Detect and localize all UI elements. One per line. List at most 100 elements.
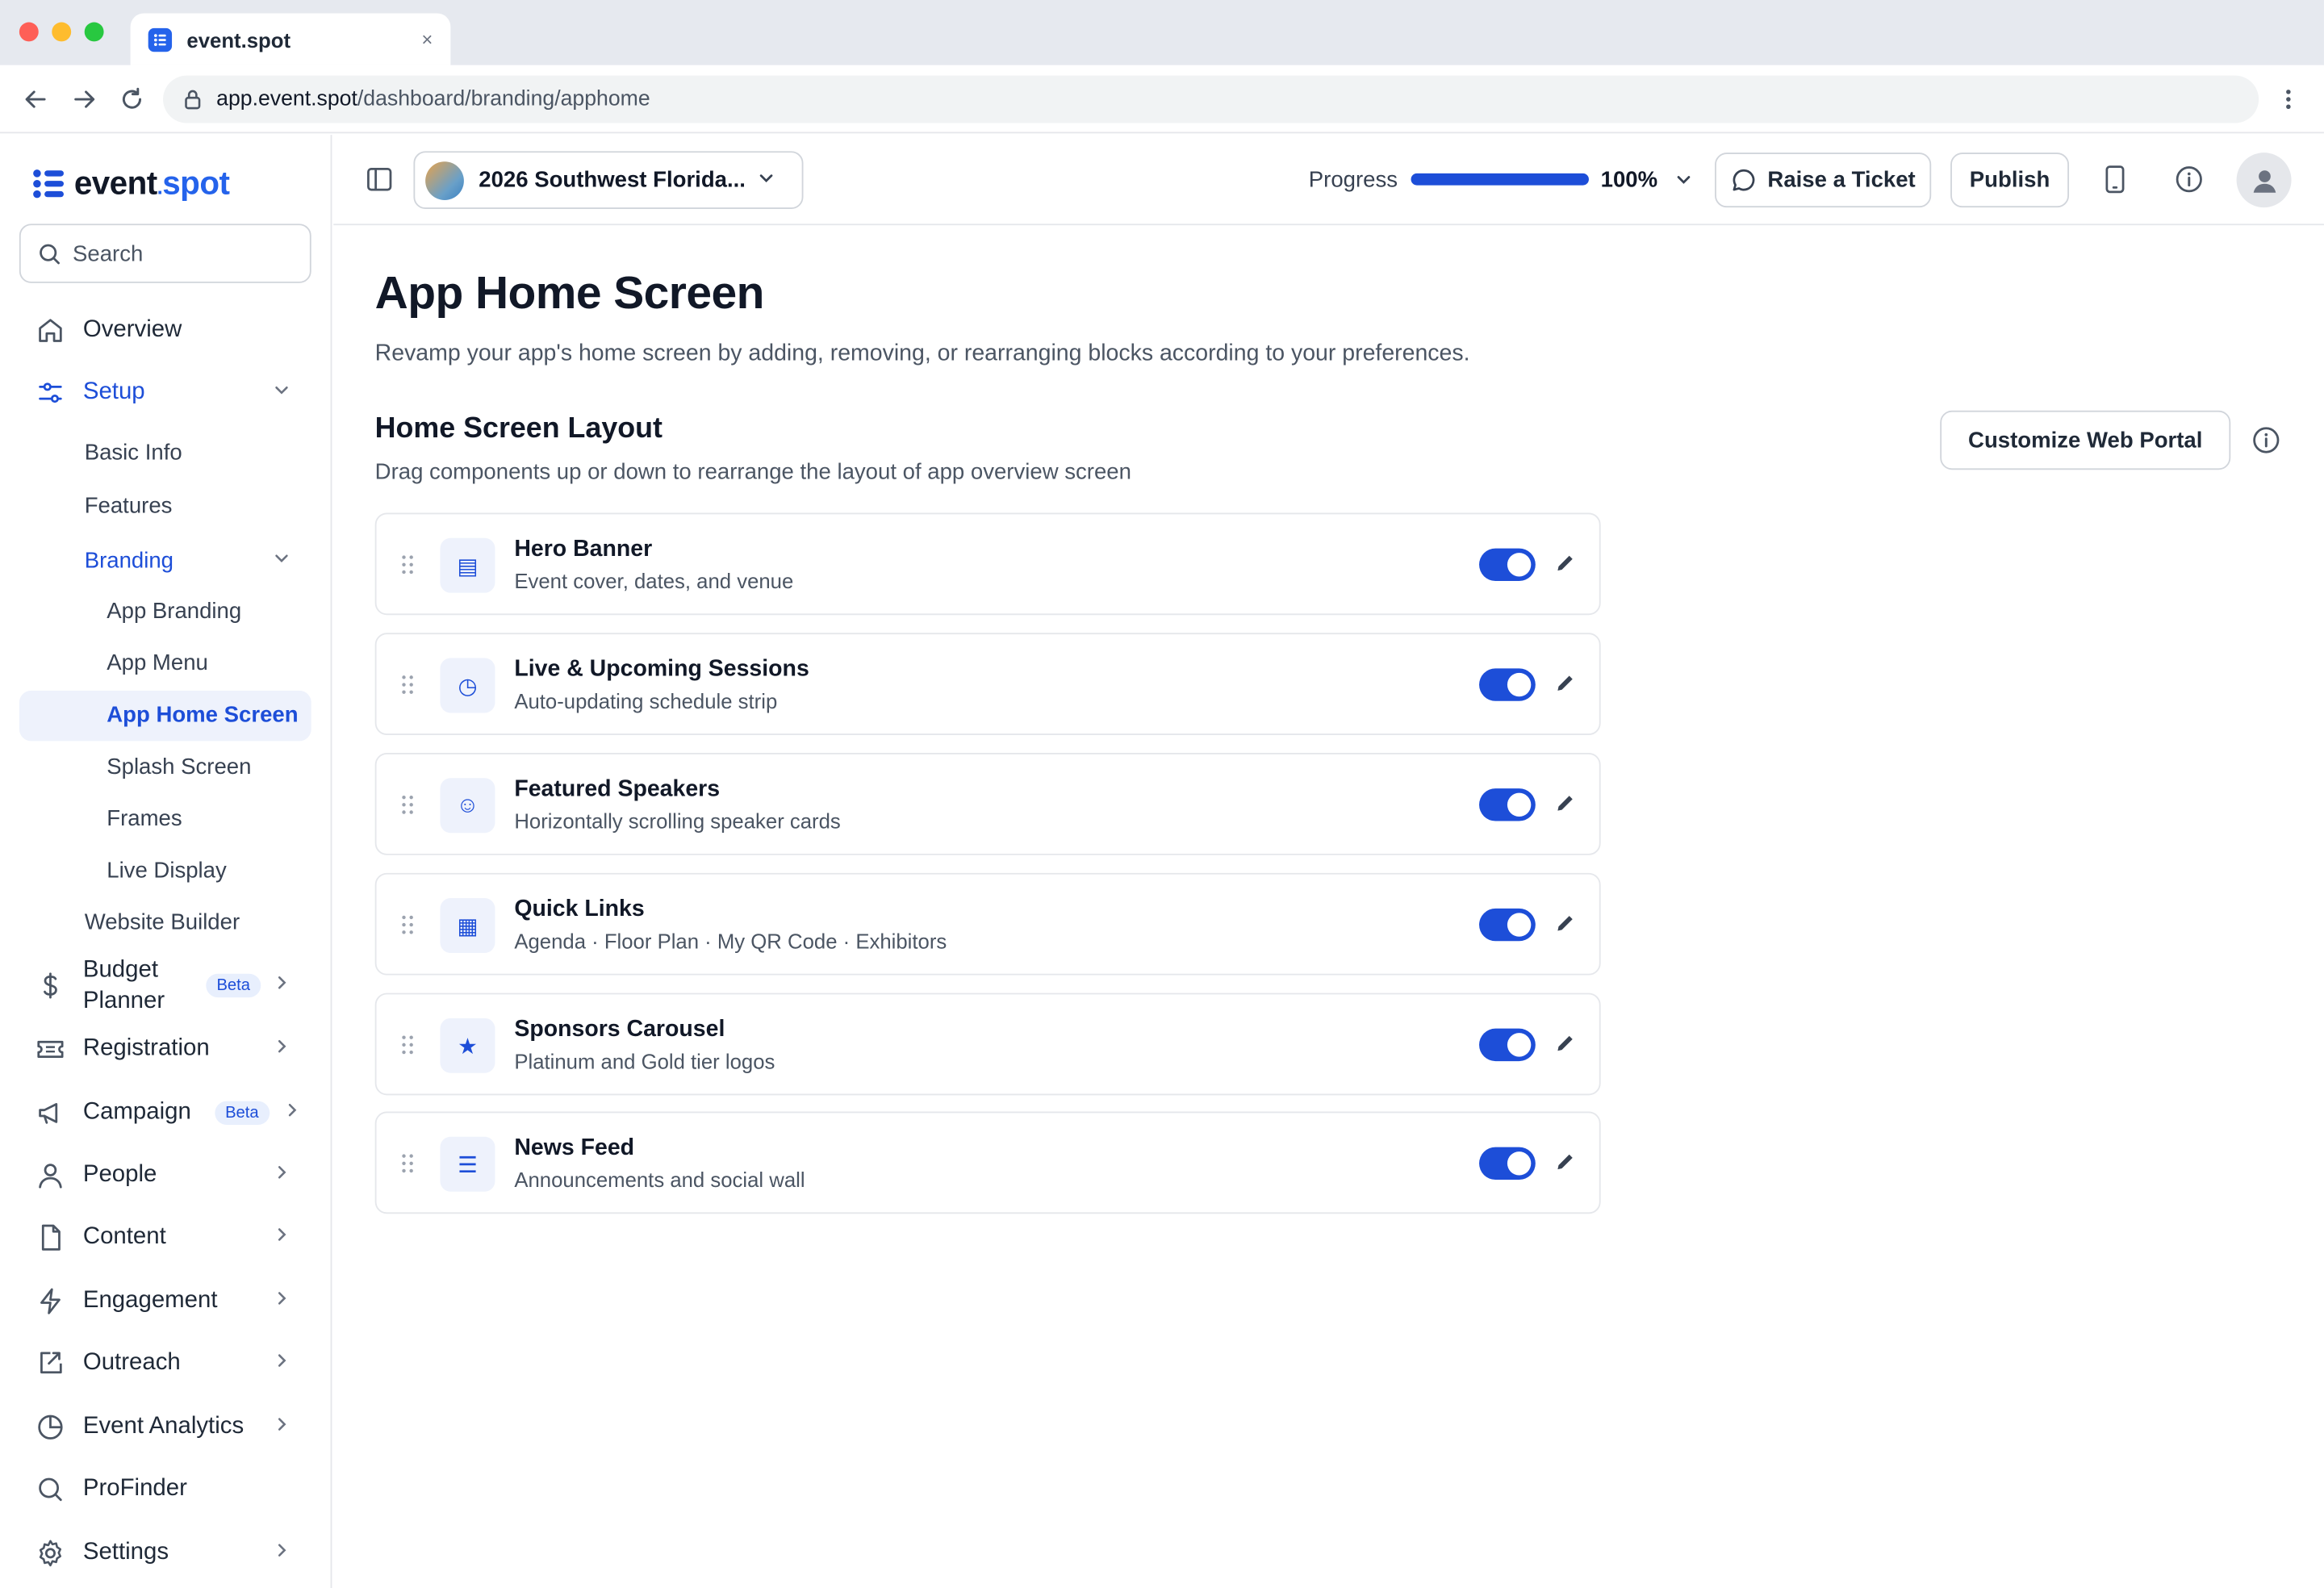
top-header: 2026 Southwest Florida... Progress 100% … bbox=[333, 135, 2324, 226]
sidebar-item-people[interactable]: People bbox=[19, 1156, 311, 1195]
address-bar[interactable]: app.event.spot/dashboard/branding/apphom… bbox=[163, 75, 2259, 123]
block-visibility-toggle[interactable] bbox=[1479, 668, 1536, 701]
block-visibility-toggle[interactable] bbox=[1479, 908, 1536, 942]
chevron-down-icon[interactable] bbox=[1666, 161, 1701, 197]
sidebar-item-overview[interactable]: Overview bbox=[19, 311, 311, 350]
sidebar-item-app-branding[interactable]: App Branding bbox=[107, 599, 241, 624]
block-subtitle: Horizontally scrolling speaker cards bbox=[514, 809, 841, 834]
browser-tab-bar: event.spot × bbox=[0, 0, 2324, 65]
pencil-icon[interactable] bbox=[1555, 913, 1576, 934]
publish-label: Publish bbox=[1969, 167, 2050, 193]
pencil-icon[interactable] bbox=[1555, 1151, 1576, 1172]
publish-button[interactable]: Publish bbox=[1950, 153, 2070, 208]
info-icon[interactable] bbox=[2171, 161, 2207, 197]
toggle-knob bbox=[1507, 1151, 1532, 1176]
browser-tab[interactable]: event.spot × bbox=[130, 13, 451, 65]
gear-icon bbox=[34, 1537, 66, 1569]
beta-badge: Beta bbox=[206, 973, 261, 998]
search-icon bbox=[34, 1473, 66, 1506]
brand-logo[interactable]: event.spot bbox=[32, 165, 230, 203]
raise-ticket-button[interactable]: Raise a Ticket bbox=[1715, 153, 1932, 208]
budget-label-line2: Planner bbox=[82, 988, 165, 1014]
sidebar-item-website-builder[interactable]: Website Builder bbox=[85, 910, 240, 935]
sidebar-item-content[interactable]: Content bbox=[19, 1218, 311, 1257]
customize-web-portal-button[interactable]: Customize Web Portal bbox=[1940, 410, 2231, 470]
user-avatar[interactable] bbox=[2236, 153, 2292, 208]
pencil-icon[interactable] bbox=[1555, 793, 1576, 814]
block-visibility-toggle[interactable] bbox=[1479, 1147, 1536, 1181]
beta-badge: Beta bbox=[215, 1101, 270, 1126]
sidebar-item-label: Engagement bbox=[82, 1288, 218, 1314]
ticket-icon bbox=[34, 1033, 66, 1065]
megaphone-icon bbox=[34, 1097, 66, 1129]
sidebar: event.spot Overview Setup Basic Info Fea… bbox=[0, 135, 332, 1588]
toggle-knob bbox=[1507, 672, 1532, 697]
sidebar-item-branding[interactable]: Branding bbox=[19, 544, 311, 576]
sidebar-item-features[interactable]: Features bbox=[85, 494, 173, 519]
sidebar-item-frames[interactable]: Frames bbox=[107, 806, 182, 831]
sidebar-item-outreach[interactable]: Outreach bbox=[19, 1344, 311, 1383]
user-icon bbox=[2252, 169, 2276, 192]
drag-handle-icon[interactable] bbox=[400, 554, 415, 575]
forward-arrow-icon[interactable] bbox=[69, 85, 99, 115]
grid-icon: ▦ bbox=[440, 898, 495, 953]
sidebar-toggle-icon[interactable] bbox=[362, 161, 397, 197]
block-visibility-toggle[interactable] bbox=[1479, 1028, 1536, 1062]
search-input[interactable] bbox=[72, 240, 295, 266]
home-block-live-sessions[interactable]: ◷ Live & Upcoming Sessions Auto-updating… bbox=[374, 633, 1601, 736]
toggle-knob bbox=[1507, 1033, 1532, 1057]
home-block-hero-banner[interactable]: ▤ Hero Banner Event cover, dates, and ve… bbox=[374, 512, 1601, 616]
list-icon: ☰ bbox=[440, 1136, 495, 1192]
home-block-quick-links[interactable]: ▦ Quick Links Agenda · Floor Plan · My Q… bbox=[374, 872, 1601, 976]
chevron-right-icon bbox=[273, 1162, 290, 1189]
smiley-icon: ☺ bbox=[440, 778, 495, 834]
url-host: app.event.spot bbox=[216, 87, 357, 111]
home-block-featured-speakers[interactable]: ☺ Featured Speakers Horizontally scrolli… bbox=[374, 753, 1601, 855]
sidebar-search bbox=[19, 224, 311, 283]
sidebar-item-profinder[interactable]: ProFinder bbox=[19, 1470, 311, 1509]
sidebar-item-engagement[interactable]: Engagement bbox=[19, 1282, 311, 1321]
sidebar-item-budget-planner[interactable]: Budget Planner Beta bbox=[19, 953, 311, 1018]
drag-handle-icon[interactable] bbox=[400, 1153, 415, 1174]
maximize-window-button[interactable] bbox=[84, 22, 104, 42]
minimize-window-button[interactable] bbox=[52, 22, 72, 42]
chevron-right-icon bbox=[273, 1288, 290, 1314]
drag-handle-icon[interactable] bbox=[400, 675, 415, 696]
block-visibility-toggle[interactable] bbox=[1479, 788, 1536, 821]
pencil-icon[interactable] bbox=[1555, 673, 1576, 694]
sidebar-item-app-menu[interactable]: App Menu bbox=[107, 650, 208, 675]
event-selector[interactable]: 2026 Southwest Florida... bbox=[413, 151, 804, 209]
progress-fill bbox=[1411, 173, 1589, 186]
sidebar-item-label: Event Analytics bbox=[82, 1414, 245, 1440]
sidebar-item-event-analytics[interactable]: Event Analytics bbox=[19, 1408, 311, 1447]
drag-handle-icon[interactable] bbox=[400, 914, 415, 935]
url-path: /dashboard/branding/apphome bbox=[357, 87, 650, 111]
sidebar-item-campaign[interactable]: Campaign Beta bbox=[19, 1093, 311, 1132]
chevron-right-icon bbox=[283, 1100, 301, 1126]
info-icon[interactable] bbox=[2251, 425, 2281, 455]
mobile-preview-icon[interactable] bbox=[2097, 161, 2133, 197]
budget-label-line1: Budget bbox=[82, 957, 159, 983]
close-window-button[interactable] bbox=[19, 22, 39, 42]
chevron-right-icon bbox=[273, 1224, 290, 1251]
sidebar-item-registration[interactable]: Registration bbox=[19, 1030, 311, 1069]
home-block-news-feed[interactable]: ☰ News Feed Announcements and social wal… bbox=[374, 1111, 1601, 1214]
sidebar-item-live-display[interactable]: Live Display bbox=[107, 858, 227, 883]
sidebar-item-app-home-screen[interactable]: App Home Screen bbox=[19, 690, 311, 742]
sidebar-item-setup[interactable]: Setup bbox=[19, 374, 311, 412]
drag-handle-icon[interactable] bbox=[400, 794, 415, 815]
home-block-sponsors-carousel[interactable]: ★ Sponsors Carousel Platinum and Gold ti… bbox=[374, 992, 1601, 1096]
pencil-icon[interactable] bbox=[1555, 553, 1576, 574]
drag-handle-icon[interactable] bbox=[400, 1034, 415, 1055]
reload-icon[interactable] bbox=[117, 85, 147, 115]
block-visibility-toggle[interactable] bbox=[1479, 548, 1536, 581]
back-arrow-icon[interactable] bbox=[21, 85, 51, 115]
banner-icon: ▤ bbox=[440, 537, 495, 593]
sidebar-item-splash-screen[interactable]: Splash Screen bbox=[107, 754, 251, 779]
sidebar-item-basic-info[interactable]: Basic Info bbox=[85, 440, 182, 465]
tab-close-icon[interactable]: × bbox=[421, 28, 433, 51]
sidebar-item-settings[interactable]: Settings bbox=[19, 1534, 311, 1573]
chevron-right-icon bbox=[273, 972, 290, 999]
pencil-icon[interactable] bbox=[1555, 1033, 1576, 1054]
browser-menu-icon[interactable] bbox=[2273, 85, 2303, 115]
